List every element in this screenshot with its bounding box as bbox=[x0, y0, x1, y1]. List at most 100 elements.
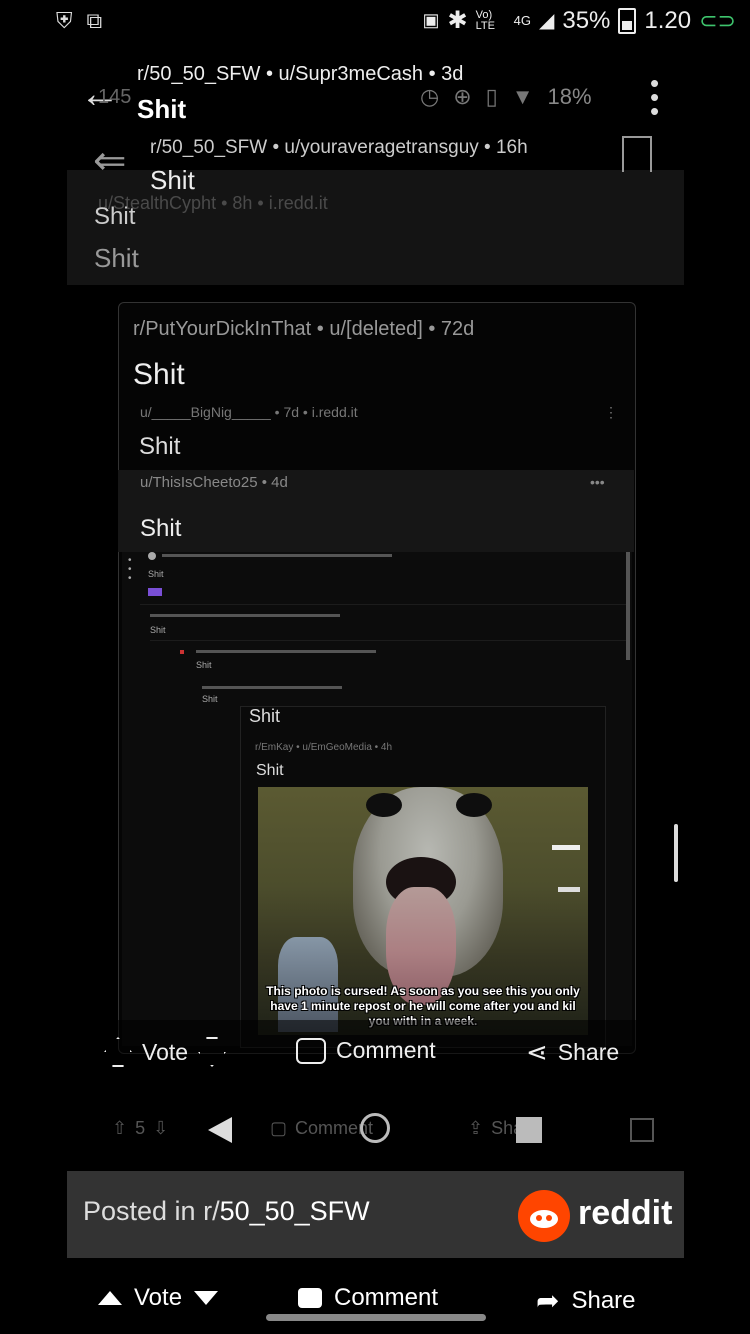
ghost-share-icon: ⇪ bbox=[468, 1118, 484, 1138]
comment-label: Comment bbox=[334, 1284, 439, 1311]
charging-icon: ⊂⊃ bbox=[699, 7, 736, 33]
inner-scrollbar bbox=[626, 552, 630, 660]
thread-divider bbox=[140, 604, 630, 605]
cursed-photo[interactable]: This photo is cursed! As soon as you see… bbox=[258, 787, 588, 1035]
page-scrollbar[interactable] bbox=[674, 824, 678, 882]
nav-home-icon[interactable] bbox=[360, 1113, 390, 1143]
home-indicator[interactable] bbox=[266, 1314, 486, 1321]
thread-badge bbox=[148, 588, 162, 596]
comment-button[interactable]: Comment bbox=[298, 1284, 438, 1312]
panel-title-1: Shit bbox=[94, 203, 136, 230]
thread-meta-line-4 bbox=[202, 686, 342, 689]
vote-control[interactable]: Vote bbox=[98, 1284, 219, 1312]
ghost-status-icons: ◷ ⊕ ▯ ▼ 18% bbox=[420, 84, 592, 110]
reddit-wordmark: reddit bbox=[578, 1194, 673, 1232]
reddit-logo-icon bbox=[518, 1190, 570, 1242]
nav-recents-icon[interactable] bbox=[516, 1117, 542, 1143]
ghost-count: 145 bbox=[98, 86, 132, 108]
ghost-comment: ▢ Comment bbox=[270, 1118, 373, 1139]
post-meta: r/50_50_SFW • u/Supr3meCash • 3d bbox=[137, 63, 464, 85]
thread-tiny-1: Shit bbox=[148, 569, 164, 579]
card-ghost-line: u/_____BigNig_____ • 7d • i.redd.it bbox=[140, 404, 358, 420]
card-comment-label: Comment bbox=[336, 1037, 436, 1063]
status-left-icons: ⛨ ⧉ bbox=[56, 8, 102, 34]
thread-meta-line bbox=[162, 554, 392, 557]
snoo-head bbox=[530, 1210, 558, 1228]
photo-eye-left bbox=[366, 793, 402, 817]
posted-sub[interactable]: 50_50_SFW bbox=[220, 1196, 370, 1226]
card-vote-label: Vote bbox=[142, 1038, 189, 1065]
gift-icon bbox=[630, 1118, 654, 1142]
thread-meta-line-2 bbox=[150, 614, 340, 617]
comment-solid-icon bbox=[298, 1288, 322, 1308]
bluetooth-icon: ✱ bbox=[447, 7, 468, 34]
card-more-icon: ••• bbox=[590, 474, 605, 490]
posted-in-text: Posted in r/50_50_SFW bbox=[83, 1196, 370, 1227]
card-comment-button[interactable]: Comment bbox=[296, 1037, 436, 1064]
card-meta: r/PutYourDickInThat • u/[deleted] • 72d bbox=[133, 318, 475, 340]
battery-percent: 35% bbox=[562, 6, 611, 34]
upvote-icon[interactable] bbox=[104, 1037, 132, 1067]
vote-label: Vote bbox=[134, 1284, 183, 1311]
bookmark-icon bbox=[622, 136, 652, 172]
card-meta-2: u/ThisIsCheeto25 • 4d bbox=[140, 474, 288, 491]
post-title: Shit bbox=[137, 94, 187, 124]
share-label: Share bbox=[571, 1286, 636, 1314]
photo-light-2 bbox=[558, 887, 580, 892]
signal-icon: ◢ bbox=[538, 10, 555, 32]
share-icon: ⋖ bbox=[526, 1037, 548, 1067]
ghost-downvote-icon: ⇩ bbox=[153, 1118, 169, 1138]
ghost-comment-icon: ▢ bbox=[270, 1118, 288, 1138]
panel-title-2: Shit bbox=[94, 243, 139, 273]
alarm-icon: ◷ bbox=[420, 84, 440, 109]
posted-prefix: Posted in r/ bbox=[83, 1196, 220, 1226]
back-arrow-icon-2: ⇐ bbox=[93, 139, 127, 183]
card-dots-icon: ⋮ bbox=[604, 404, 618, 420]
share-button[interactable]: ➦ Share bbox=[536, 1284, 636, 1317]
plus-circle-icon: ⊕ bbox=[453, 84, 472, 109]
card-share-button[interactable]: ⋖ Share bbox=[526, 1037, 619, 1068]
network-label: 4G bbox=[513, 13, 531, 28]
thread-tiny-4: Shit bbox=[202, 694, 218, 704]
ghost-vote-count: 5 bbox=[135, 1118, 146, 1138]
thread-tiny-3: Shit bbox=[196, 660, 212, 670]
second-post-title: Shit bbox=[150, 165, 195, 195]
screenshot-icon: ⧉ bbox=[86, 8, 103, 33]
upvote-solid-icon[interactable] bbox=[98, 1291, 122, 1305]
comment-icon bbox=[296, 1037, 326, 1064]
snoo-eye-left bbox=[536, 1215, 542, 1221]
thread-avatar bbox=[148, 552, 156, 560]
card-share-label: Share bbox=[557, 1039, 620, 1065]
thread-red-dot bbox=[180, 650, 184, 654]
card-title-3: Shit bbox=[140, 515, 182, 542]
photo-eye-right bbox=[456, 793, 492, 817]
nav-back-icon[interactable] bbox=[208, 1117, 232, 1143]
photo-light bbox=[552, 845, 580, 850]
card-vote[interactable]: Vote bbox=[104, 1037, 226, 1067]
ghost-vote: ⇧ 5 ⇩ bbox=[112, 1118, 168, 1139]
shield-icon: ⛨ bbox=[56, 8, 73, 33]
wifi-icon: ▼ bbox=[511, 84, 534, 109]
sync-icon: ▣ bbox=[422, 10, 440, 30]
thread-tiny-2: Shit bbox=[150, 625, 166, 635]
thread-dots-icon: • • • bbox=[128, 555, 132, 584]
ghost-battery: 18% bbox=[547, 84, 592, 109]
status-right: ▣ ✱ Vo) LTE 4G ◢ 35% 1.20 ⊂⊃ bbox=[423, 6, 737, 35]
thread-meta-line-3 bbox=[196, 650, 376, 653]
vibrate-icon: ▯ bbox=[485, 84, 498, 109]
ghost-upvote-icon: ⇧ bbox=[112, 1118, 128, 1138]
inner-title-2: Shit bbox=[256, 762, 284, 779]
volte-label: Vo) LTE bbox=[475, 8, 495, 32]
battery-icon bbox=[618, 7, 637, 34]
second-post-meta: r/50_50_SFW • u/youraveragetransguy • 16… bbox=[150, 137, 528, 158]
thread-divider-2 bbox=[150, 640, 630, 641]
snoo-eye-right bbox=[546, 1215, 552, 1221]
downvote-icon[interactable] bbox=[198, 1037, 226, 1067]
inner-meta: r/EmKay • u/EmGeoMedia • 4h bbox=[255, 742, 393, 753]
card-title: Shit bbox=[133, 358, 185, 391]
clock: 1.20 bbox=[644, 6, 692, 34]
share-arrow-icon: ➦ bbox=[536, 1285, 560, 1316]
card-title-2: Shit bbox=[139, 433, 181, 460]
more-options-icon[interactable]: • • • bbox=[650, 70, 659, 124]
downvote-solid-icon[interactable] bbox=[194, 1291, 219, 1305]
